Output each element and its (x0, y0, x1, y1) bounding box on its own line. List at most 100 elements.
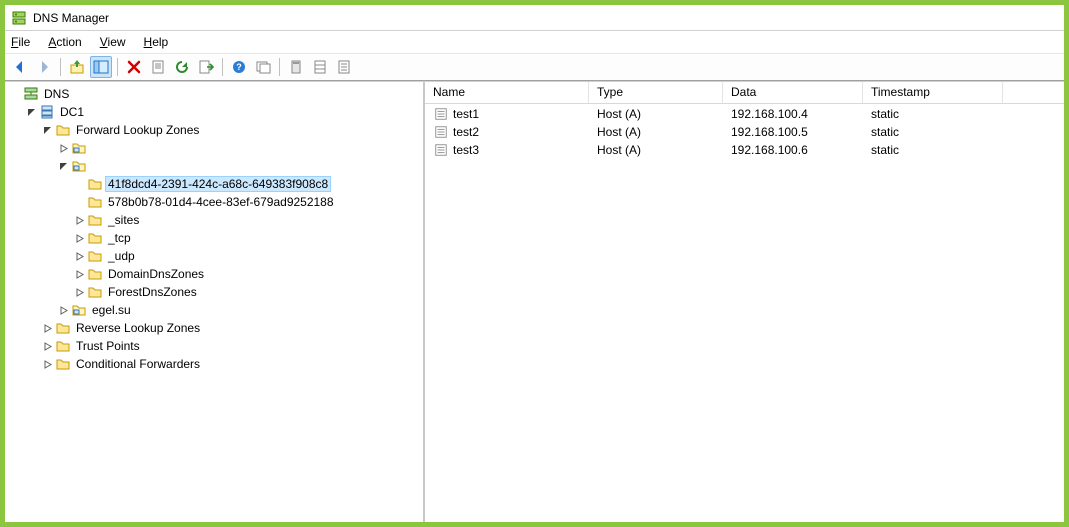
collapse-icon[interactable] (25, 106, 37, 118)
expand-icon[interactable] (57, 142, 69, 154)
app-icon (11, 10, 27, 26)
expand-icon[interactable] (41, 358, 53, 370)
properties-button[interactable] (147, 56, 169, 78)
filter-button[interactable] (285, 56, 307, 78)
tree-conditional-forwarders[interactable]: Conditional Forwarders (41, 355, 423, 373)
tree-label: Forward Lookup Zones (73, 123, 202, 137)
list-pane[interactable]: Name Type Data Timestamp test1Host (A)19… (425, 82, 1064, 522)
record-timestamp: static (863, 143, 1003, 157)
record-data: 192.168.100.4 (723, 107, 863, 121)
expand-icon[interactable] (57, 304, 69, 316)
tree-trust-points[interactable]: Trust Points (41, 337, 423, 355)
menu-view[interactable]: View (98, 33, 128, 51)
tree-egel-zone[interactable]: egel.su (57, 301, 423, 319)
export-button[interactable] (195, 56, 217, 78)
folder-icon (87, 176, 103, 192)
menu-file[interactable]: File (9, 33, 32, 51)
content: DNS DC1 (5, 81, 1064, 522)
tree-domain-zone[interactable] (57, 157, 423, 175)
server-icon (39, 104, 55, 120)
collapse-icon[interactable] (57, 160, 69, 172)
tree-label: egel.su (89, 303, 134, 317)
folder-icon (87, 230, 103, 246)
record-row[interactable]: test3Host (A)192.168.100.6static (425, 141, 1064, 159)
new-window-button[interactable] (252, 56, 274, 78)
up-button[interactable] (66, 56, 88, 78)
lines-button[interactable] (333, 56, 355, 78)
tree-udp-folder[interactable]: _udp (73, 247, 423, 265)
expand-icon[interactable] (73, 232, 85, 244)
menubar: File Action View Help (5, 31, 1064, 53)
tree-forestdnszones-folder[interactable]: ForestDnsZones (73, 283, 423, 301)
tree-tcp-folder[interactable]: _tcp (73, 229, 423, 247)
spacer (73, 178, 85, 190)
expand-icon[interactable] (41, 322, 53, 334)
menu-action[interactable]: Action (46, 33, 83, 51)
window-title: DNS Manager (33, 11, 109, 25)
separator (279, 58, 280, 76)
collapse-icon[interactable] (41, 124, 53, 136)
tree-domaindnszones-folder[interactable]: DomainDnsZones (73, 265, 423, 283)
tree-msdcs-zone[interactable] (57, 139, 423, 157)
tree-label: Trust Points (73, 339, 143, 353)
tree-guid-folder[interactable]: 578b0b78-01d4-4cee-83ef-679ad9252188 (73, 193, 423, 211)
column-header-data[interactable]: Data (723, 82, 863, 103)
folder-icon (55, 320, 71, 336)
help-button[interactable]: ? (228, 56, 250, 78)
record-name: test2 (453, 125, 479, 139)
expand-icon (9, 88, 21, 100)
folder-icon (87, 212, 103, 228)
tree-label: DomainDnsZones (105, 267, 207, 281)
expand-icon[interactable] (73, 214, 85, 226)
tree-reverse-lookup-zones[interactable]: Reverse Lookup Zones (41, 319, 423, 337)
tree-server[interactable]: DC1 (25, 103, 423, 121)
record-timestamp: static (863, 107, 1003, 121)
column-header-type[interactable]: Type (589, 82, 723, 103)
tree-label: _tcp (105, 231, 134, 245)
expand-icon[interactable] (41, 340, 53, 352)
forward-button[interactable] (33, 56, 55, 78)
record-row[interactable]: test2Host (A)192.168.100.5static (425, 123, 1064, 141)
folder-icon (55, 338, 71, 354)
separator (117, 58, 118, 76)
dns-icon (23, 86, 39, 102)
record-data: 192.168.100.6 (723, 143, 863, 157)
folder-icon (55, 122, 71, 138)
tree-forward-lookup-zones[interactable]: Forward Lookup Zones (41, 121, 423, 139)
svg-text:?: ? (236, 62, 242, 72)
record-name: test3 (453, 143, 479, 157)
folder-icon (55, 356, 71, 372)
expand-icon[interactable] (73, 268, 85, 280)
tree-label: DC1 (57, 105, 87, 119)
folder-icon (87, 266, 103, 282)
tree-label: ForestDnsZones (105, 285, 200, 299)
tree-label: Reverse Lookup Zones (73, 321, 203, 335)
expand-icon[interactable] (73, 250, 85, 262)
column-header-name[interactable]: Name (425, 82, 589, 103)
expand-icon[interactable] (73, 286, 85, 298)
refresh-button[interactable] (171, 56, 193, 78)
record-icon (433, 124, 449, 140)
tree-label: 41f8dcd4-2391-424c-a68c-649383f908c8 (105, 176, 331, 192)
folder-icon (87, 248, 103, 264)
column-header-timestamp[interactable]: Timestamp (863, 82, 1003, 103)
tree-pane[interactable]: DNS DC1 (5, 82, 425, 522)
separator (222, 58, 223, 76)
record-icon (433, 106, 449, 122)
folder-icon (87, 284, 103, 300)
list-body: test1Host (A)192.168.100.4statictest2Hos… (425, 104, 1064, 159)
grid-lines-button[interactable] (309, 56, 331, 78)
tree-root-dns[interactable]: DNS (9, 85, 423, 103)
record-icon (433, 142, 449, 158)
record-row[interactable]: test1Host (A)192.168.100.4static (425, 105, 1064, 123)
record-data: 192.168.100.5 (723, 125, 863, 139)
titlebar: DNS Manager (5, 5, 1064, 31)
tree-sites-folder[interactable]: _sites (73, 211, 423, 229)
show-hide-tree-button[interactable] (90, 56, 112, 78)
back-button[interactable] (9, 56, 31, 78)
menu-help[interactable]: Help (142, 33, 171, 51)
list-header: Name Type Data Timestamp (425, 82, 1064, 104)
delete-button[interactable] (123, 56, 145, 78)
record-timestamp: static (863, 125, 1003, 139)
tree-guid-folder-selected[interactable]: 41f8dcd4-2391-424c-a68c-649383f908c8 (73, 175, 423, 193)
